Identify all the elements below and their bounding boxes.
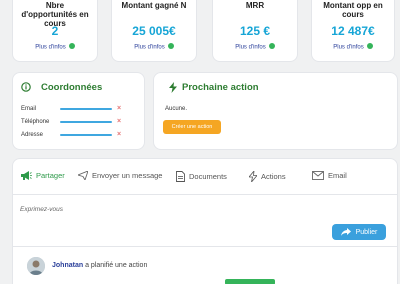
info-dot-icon	[68, 43, 75, 49]
feed-divider	[12, 246, 398, 247]
info-dot-icon	[366, 43, 373, 49]
tab-actions[interactable]: Actions	[249, 171, 286, 182]
kpi-title: MRR	[245, 1, 265, 10]
phone-value-bar[interactable]	[60, 121, 112, 123]
email-value-bar[interactable]	[60, 108, 112, 110]
kpi-value: 25 005€	[132, 24, 176, 38]
address-remove-icon[interactable]: ×	[117, 131, 121, 138]
kpi-link-label[interactable]: Plus d'infos	[35, 45, 66, 51]
phone-label: Téléphone	[21, 119, 50, 125]
share-arrow-icon	[340, 228, 351, 236]
feed-action-text: a planifié une action	[83, 262, 148, 269]
kpi-link-label[interactable]: Plus d'infos	[333, 45, 364, 51]
kpi-more-info-link[interactable]: Plus d'infos	[112, 43, 196, 51]
kpi-card-open-amount: Montant opp en cours 12 487€ Plus d'info…	[311, 0, 395, 62]
document-icon	[176, 171, 185, 182]
tab-label[interactable]: Email	[328, 171, 347, 180]
tab-documents[interactable]: Documents	[176, 171, 227, 182]
bolt-icon	[169, 82, 177, 93]
send-icon	[78, 171, 88, 180]
address-value-bar[interactable]	[60, 134, 112, 136]
bolt-icon	[249, 171, 257, 182]
email-label: Email	[21, 106, 37, 112]
user-avatar-icon	[27, 257, 45, 275]
kpi-link-label[interactable]: Plus d'infos	[134, 45, 165, 51]
kpi-title: Montant gagné N	[121, 1, 187, 10]
tab-label[interactable]: Actions	[261, 172, 286, 181]
kpi-title: Montant opp en cours	[323, 1, 383, 19]
phone-remove-icon[interactable]: ×	[117, 118, 121, 125]
kpi-more-info-link[interactable]: Plus d'infos	[312, 43, 394, 51]
kpi-value: 12 487€	[331, 24, 375, 38]
info-dot-icon	[167, 43, 174, 49]
info-circle-icon	[21, 82, 31, 92]
tab-envoyer-message[interactable]: Envoyer un message	[78, 171, 162, 180]
email-remove-icon[interactable]: ×	[117, 105, 121, 112]
kpi-card-mrr: MRR 125 € Plus d'infos	[212, 0, 298, 62]
envelope-icon	[312, 171, 324, 180]
kpi-card-opportunities: Nbre d'opportunités en cours 2 Plus d'in…	[12, 0, 98, 62]
publish-label[interactable]: Publier	[356, 229, 378, 236]
kpi-value: 125 €	[239, 24, 271, 38]
coordonnees-panel: Coordonnées Email × Téléphone × Adresse …	[12, 72, 145, 150]
action-status-badge	[225, 279, 275, 284]
kpi-value: 2	[51, 24, 59, 38]
kpi-more-info-link[interactable]: Plus d'infos	[213, 43, 297, 51]
tab-label[interactable]: Envoyer un message	[92, 171, 162, 180]
prochaine-action-panel: Prochaine action Aucune. Créer une actio…	[153, 72, 398, 150]
megaphone-icon	[21, 171, 32, 180]
kpi-more-info-link[interactable]: Plus d'infos	[13, 43, 97, 51]
tab-label[interactable]: Documents	[189, 172, 227, 181]
kpi-link-label[interactable]: Plus d'infos	[235, 45, 266, 51]
kpi-card-won-amount: Montant gagné N 25 005€ Plus d'infos	[111, 0, 197, 62]
create-action-button[interactable]: Créer une action	[163, 120, 221, 134]
no-action-text: Aucune.	[165, 106, 188, 112]
coordonnees-title: Coordonnées	[41, 82, 103, 93]
feed-user-link[interactable]: Johnatan	[52, 262, 83, 269]
address-label: Adresse	[21, 132, 44, 138]
prochaine-action-title: Prochaine action	[182, 82, 259, 93]
info-dot-icon	[268, 43, 275, 49]
tabs-divider	[12, 194, 398, 195]
tab-label[interactable]: Partager	[36, 171, 65, 180]
composer-input[interactable]: Exprimez-vous	[20, 206, 63, 213]
publish-button[interactable]: Publier	[332, 224, 386, 240]
feed-item-text: Johnatan a planifié une action	[52, 262, 147, 269]
tab-partager[interactable]: Partager	[21, 171, 65, 180]
tab-email[interactable]: Email	[312, 171, 347, 180]
avatar[interactable]	[27, 257, 45, 275]
